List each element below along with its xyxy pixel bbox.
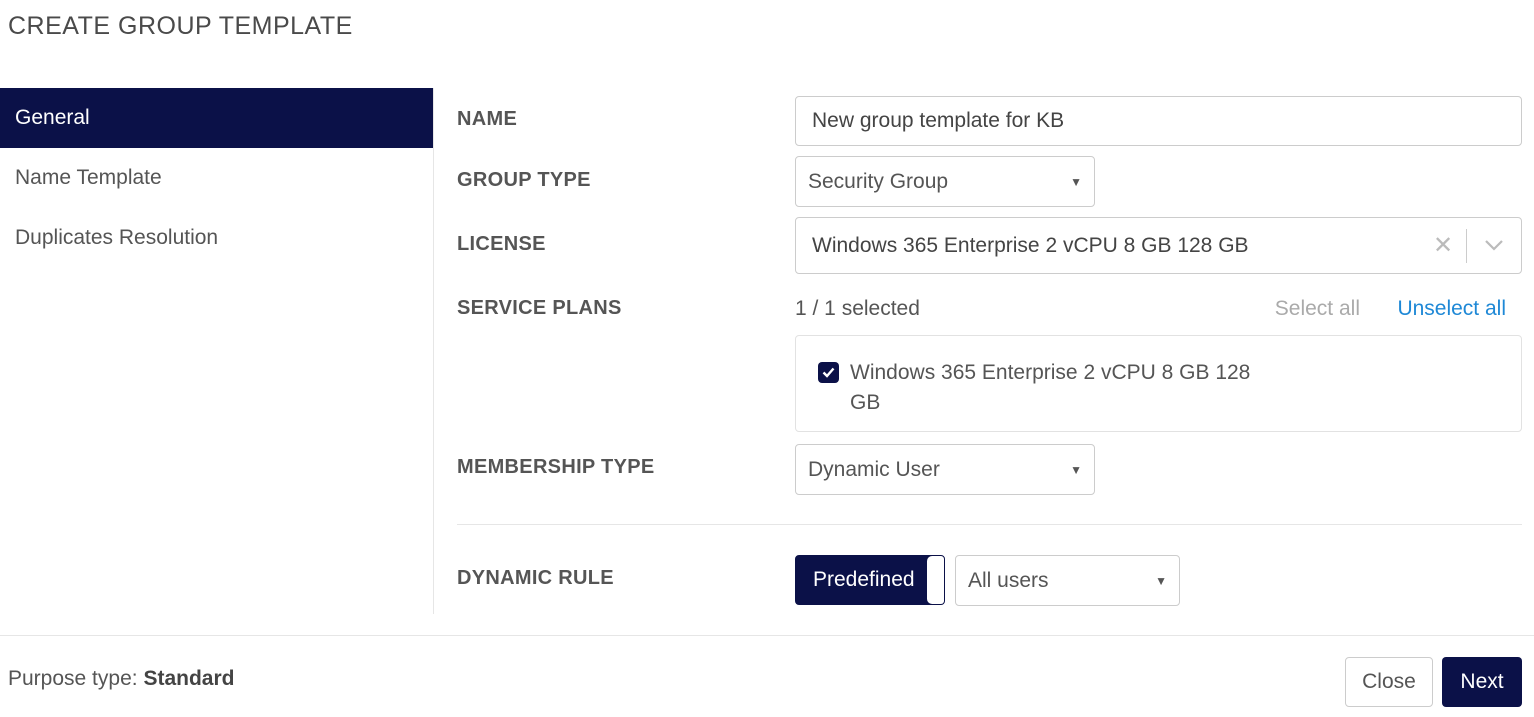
footer-divider — [0, 635, 1534, 636]
predefined-toggle-label: Predefined — [813, 568, 915, 591]
purpose-type-value: Standard — [143, 667, 235, 690]
purpose-type-label: Purpose type: — [8, 667, 138, 690]
toggle-knob — [927, 556, 944, 604]
select-all-link[interactable]: Select all — [1275, 297, 1360, 321]
group-type-label: GROUP TYPE — [457, 169, 591, 191]
sidebar-item-duplicates-resolution[interactable]: Duplicates Resolution — [0, 208, 433, 268]
sidebar-item-general[interactable]: General — [0, 88, 433, 148]
predefined-toggle[interactable]: Predefined — [795, 555, 945, 605]
membership-type-value: Dynamic User — [808, 457, 940, 481]
service-plans-list: Windows 365 Enterprise 2 vCPU 8 GB 128 G… — [795, 335, 1522, 432]
dynamic-rule-value: All users — [968, 568, 1049, 592]
sidebar-item-label: Name Template — [15, 166, 162, 189]
clear-icon[interactable]: ✕ — [1420, 231, 1466, 260]
chevron-down-icon[interactable] — [1467, 218, 1521, 273]
list-item[interactable]: Windows 365 Enterprise 2 vCPU 8 GB 128 G… — [818, 358, 1270, 418]
dynamic-rule-label: DYNAMIC RULE — [457, 567, 614, 589]
caret-down-icon: ▼ — [1070, 174, 1082, 189]
check-icon — [822, 367, 835, 378]
next-button[interactable]: Next — [1442, 657, 1522, 707]
license-label: LICENSE — [457, 233, 546, 255]
service-plan-label: Windows 365 Enterprise 2 vCPU 8 GB 128 G… — [850, 361, 1251, 414]
service-plans-label: SERVICE PLANS — [457, 297, 622, 319]
sidebar-item-label: Duplicates Resolution — [15, 226, 219, 249]
service-plans-count: 1 / 1 selected — [795, 297, 920, 320]
checkbox-checked[interactable] — [818, 362, 839, 383]
caret-down-icon: ▼ — [1155, 573, 1167, 588]
membership-type-select[interactable]: Dynamic User ▼ — [795, 444, 1095, 495]
name-label: NAME — [457, 108, 518, 130]
license-select[interactable]: Windows 365 Enterprise 2 vCPU 8 GB 128 G… — [795, 217, 1522, 274]
group-type-value: Security Group — [808, 169, 949, 193]
license-value: Windows 365 Enterprise 2 vCPU 8 GB 128 G… — [812, 233, 1249, 257]
close-button[interactable]: Close — [1345, 657, 1433, 707]
unselect-all-link[interactable]: Unselect all — [1397, 297, 1506, 321]
dynamic-rule-select[interactable]: All users ▼ — [955, 555, 1180, 606]
purpose-type: Purpose type: Standard — [8, 667, 234, 691]
sidebar-item-name-template[interactable]: Name Template — [0, 148, 433, 208]
name-input[interactable] — [795, 96, 1522, 146]
group-type-select[interactable]: Security Group ▼ — [795, 156, 1095, 207]
sidebar-item-label: General — [15, 106, 90, 129]
caret-down-icon: ▼ — [1070, 462, 1082, 477]
membership-type-label: MEMBERSHIP TYPE — [457, 456, 655, 478]
sidebar: General Name Template Duplicates Resolut… — [0, 88, 434, 614]
page-title: CREATE GROUP TEMPLATE — [8, 12, 353, 40]
section-divider — [457, 524, 1522, 525]
